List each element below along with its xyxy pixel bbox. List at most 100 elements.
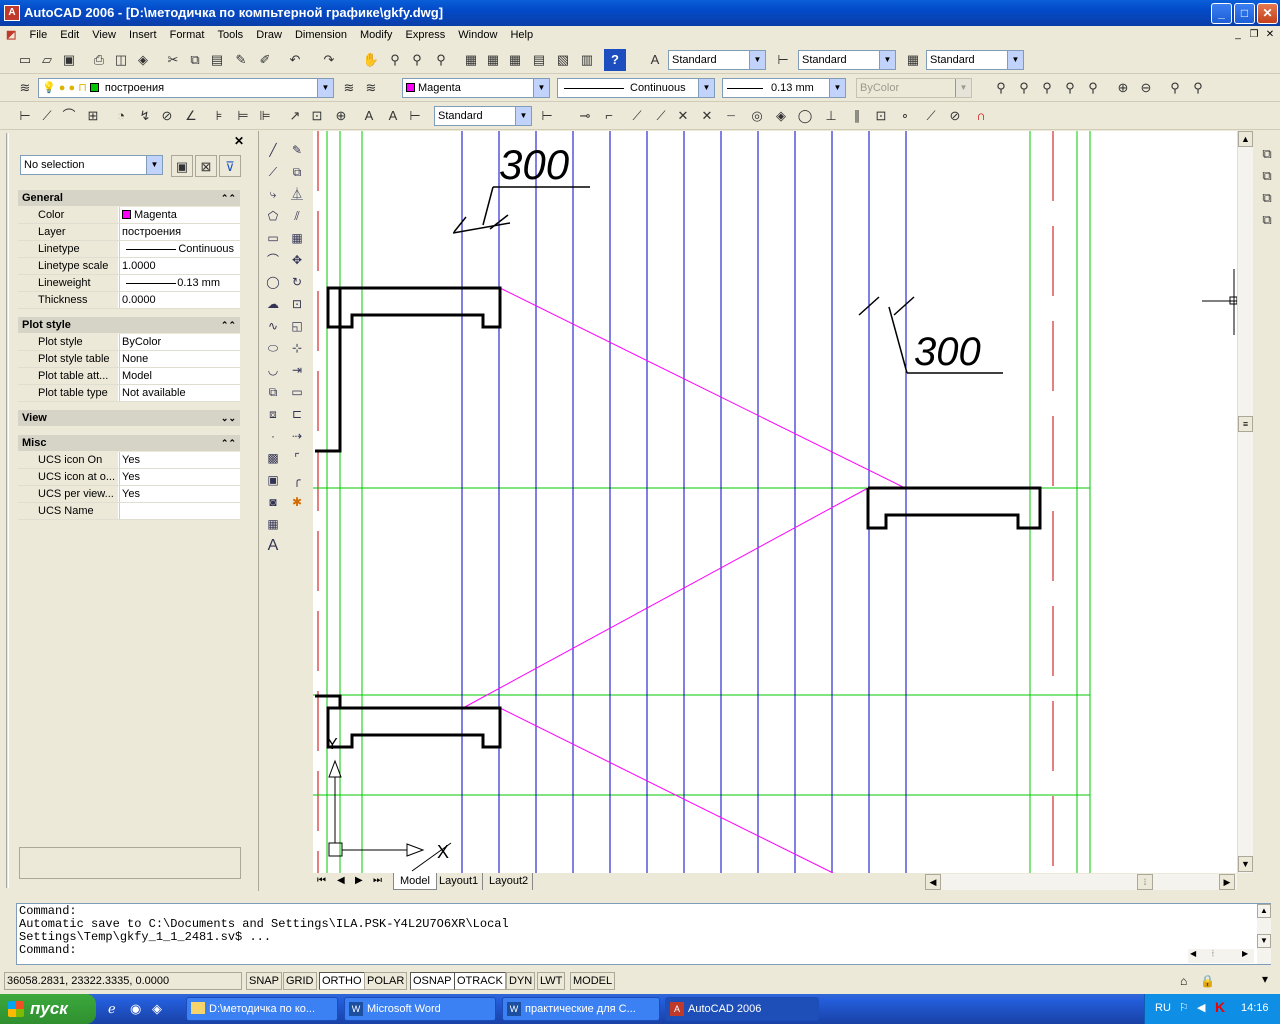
dim-edit-icon[interactable]: A <box>358 105 380 127</box>
zoom-window-icon[interactable]: ⚲ <box>1013 77 1035 99</box>
antivirus-icon[interactable]: K <box>1215 999 1225 1015</box>
command-scrollbar[interactable]: ▲ ▼ <box>1257 904 1271 964</box>
bring-to-front-icon[interactable]: ⧉ <box>1256 143 1278 165</box>
cut-icon[interactable]: ✂ <box>162 49 184 71</box>
polar-toggle[interactable]: POLAR <box>364 972 408 990</box>
sheet-set-icon[interactable]: ▤ <box>528 49 550 71</box>
scroll-down-icon[interactable]: ▼ <box>1238 856 1253 872</box>
hatch-icon[interactable]: ▩ <box>262 448 284 468</box>
vertical-scrollbar[interactable]: ▲ ≡ ▼ <box>1237 131 1253 873</box>
trim-icon[interactable]: ⊹ <box>286 338 308 358</box>
center-mark-icon[interactable]: ⊕ <box>330 105 352 127</box>
scroll-thumb[interactable]: ≡ <box>1238 416 1253 432</box>
menu-tools[interactable]: Tools <box>213 27 249 43</box>
prop-row-color[interactable]: Color Magenta <box>18 207 240 224</box>
table-icon[interactable]: ▦ <box>262 514 284 534</box>
rectangle-icon[interactable]: ▭ <box>262 228 284 248</box>
hscroll-thumb[interactable]: ⦙ <box>1212 949 1214 959</box>
chamfer-icon[interactable]: ⌜ <box>286 448 308 468</box>
copy-object-icon[interactable]: ⧉ <box>286 162 308 182</box>
snap-nearest-icon[interactable]: ⟋ <box>920 105 942 127</box>
prop-row-lineweight[interactable]: Lineweight 0.13 mm <box>18 275 240 292</box>
text-style-icon[interactable]: A <box>644 49 666 71</box>
scroll-left-icon[interactable]: ◀ <box>1190 949 1196 958</box>
spline-icon[interactable]: ∿ <box>262 316 284 336</box>
prop-row-linetype[interactable]: Linetype Continuous <box>18 241 240 258</box>
lwt-toggle[interactable]: LWT <box>537 972 566 990</box>
minimize-button[interactable]: _ <box>1211 3 1232 24</box>
snap-endpoint-icon[interactable]: ⌐ <box>598 105 620 127</box>
horizontal-scrollbar[interactable]: ◀ ⦙ ▶ <box>925 874 1237 890</box>
diameter-icon[interactable]: ⊘ <box>156 105 178 127</box>
snap-apparent-icon[interactable]: ✕ <box>672 105 694 127</box>
stretch-icon[interactable]: ◱ <box>286 316 308 336</box>
menu-modify[interactable]: Modify <box>355 27 397 43</box>
block-editor-icon[interactable]: ✐ <box>254 49 276 71</box>
line-icon[interactable]: ╱ <box>262 140 284 160</box>
palette-grip[interactable] <box>6 133 9 888</box>
prop-row-ucs-icon-on[interactable]: UCS icon On Yes <box>18 452 240 469</box>
table-style-icon[interactable]: ▦ <box>902 49 924 71</box>
layer-previous-icon[interactable]: ≋ <box>360 77 382 99</box>
zoom-dynamic-icon[interactable]: ⚲ <box>1036 77 1058 99</box>
linetype-select[interactable]: Continuous ▼ <box>557 78 715 98</box>
zoom-scale-icon[interactable]: ⚲ <box>1059 77 1081 99</box>
prop-row-thickness[interactable]: Thickness 0.0000 <box>18 292 240 309</box>
quick-select-icon[interactable]: ⊽ <box>219 155 241 177</box>
snap-ext-line-icon[interactable]: ┈ <box>720 105 742 127</box>
autocad-app-icon[interactable]: A <box>4 5 20 21</box>
send-under-icon[interactable]: ⧉ <box>1256 209 1278 231</box>
region-icon[interactable]: ◙ <box>262 492 284 512</box>
prop-row-ucs-per-viewport[interactable]: UCS per view... Yes <box>18 486 240 503</box>
lock-toolbar-icon[interactable]: 🔒 <box>1200 974 1215 988</box>
new-icon[interactable]: ▭ <box>14 49 36 71</box>
prop-row-plot-table-type[interactable]: Plot table type Not available <box>18 385 240 402</box>
dim-style-icon[interactable]: ⊢ <box>536 105 558 127</box>
task-autocad[interactable]: A AutoCAD 2006 <box>665 997 819 1021</box>
zoom-previous-icon[interactable]: ⚲ <box>430 49 452 71</box>
menu-window[interactable]: Window <box>453 27 502 43</box>
task-word[interactable]: W Microsoft Word <box>344 997 496 1021</box>
menu-view[interactable]: View <box>87 27 121 43</box>
snap-from-icon[interactable]: ⊸ <box>574 105 596 127</box>
prop-row-layer[interactable]: Layer построения <box>18 224 240 241</box>
revision-cloud-icon[interactable]: ☁ <box>262 294 284 314</box>
color-select[interactable]: Magenta ▼ <box>402 78 550 98</box>
dim-style-icon[interactable]: ⊢ <box>772 49 794 71</box>
radius-icon[interactable]: ◔ <box>110 105 132 127</box>
prop-row-plot-table-attached[interactable]: Plot table att... Model <box>18 368 240 385</box>
aligned-dim-icon[interactable]: ⟋ <box>36 105 58 127</box>
point-icon[interactable]: · <box>262 426 284 446</box>
scroll-right-icon[interactable]: ▶ <box>1242 949 1248 958</box>
document-icon[interactable]: ◩ <box>0 26 21 43</box>
prop-row-plot-style-table[interactable]: Plot style table None <box>18 351 240 368</box>
prop-row-plot-style[interactable]: Plot style ByColor <box>18 334 240 351</box>
zoom-all-icon[interactable]: ⚲ <box>1164 77 1186 99</box>
bring-above-icon[interactable]: ⧉ <box>1256 187 1278 209</box>
quicklaunch-extra-icon[interactable]: ◈ <box>152 1001 162 1017</box>
prop-row-linetype-scale[interactable]: Linetype scale 1.0000 <box>18 258 240 275</box>
language-indicator[interactable]: RU <box>1155 1002 1171 1014</box>
properties-icon[interactable]: ▦ <box>460 49 482 71</box>
table-style-select[interactable]: Standard ▼ <box>926 50 1024 70</box>
media-quicklaunch-icon[interactable]: ◉ <box>130 1001 141 1017</box>
close-button[interactable]: ✕ <box>1257 3 1278 24</box>
snap-intersection-icon[interactable]: ⟋ <box>650 105 672 127</box>
menu-file[interactable]: File <box>24 27 52 43</box>
array-icon[interactable]: ▦ <box>286 228 308 248</box>
snap-insert-icon[interactable]: ⊡ <box>870 105 892 127</box>
maximize-button[interactable]: □ <box>1234 3 1255 24</box>
quick-leader-icon[interactable]: ↗ <box>284 105 306 127</box>
snap-quadrant-icon[interactable]: ◈ <box>770 105 792 127</box>
extend-icon[interactable]: ⇥ <box>286 360 308 380</box>
scroll-up-icon[interactable]: ▲ <box>1238 131 1253 147</box>
drawing-area[interactable]: 300 300 Y X <box>313 131 1237 873</box>
model-toggle[interactable]: MODEL <box>570 972 616 990</box>
linear-dim-icon[interactable]: ⊢ <box>14 105 36 127</box>
section-plot-style[interactable]: Plot style ⌃⌃ <box>18 317 240 333</box>
dim-style-select[interactable]: Standard ▼ <box>798 50 896 70</box>
move-icon[interactable]: ✥ <box>286 250 308 270</box>
redo-icon[interactable]: ↷ <box>318 49 340 71</box>
arc-length-icon[interactable]: ⌒ <box>58 105 80 127</box>
tool-palettes-icon[interactable]: ▦ <box>504 49 526 71</box>
